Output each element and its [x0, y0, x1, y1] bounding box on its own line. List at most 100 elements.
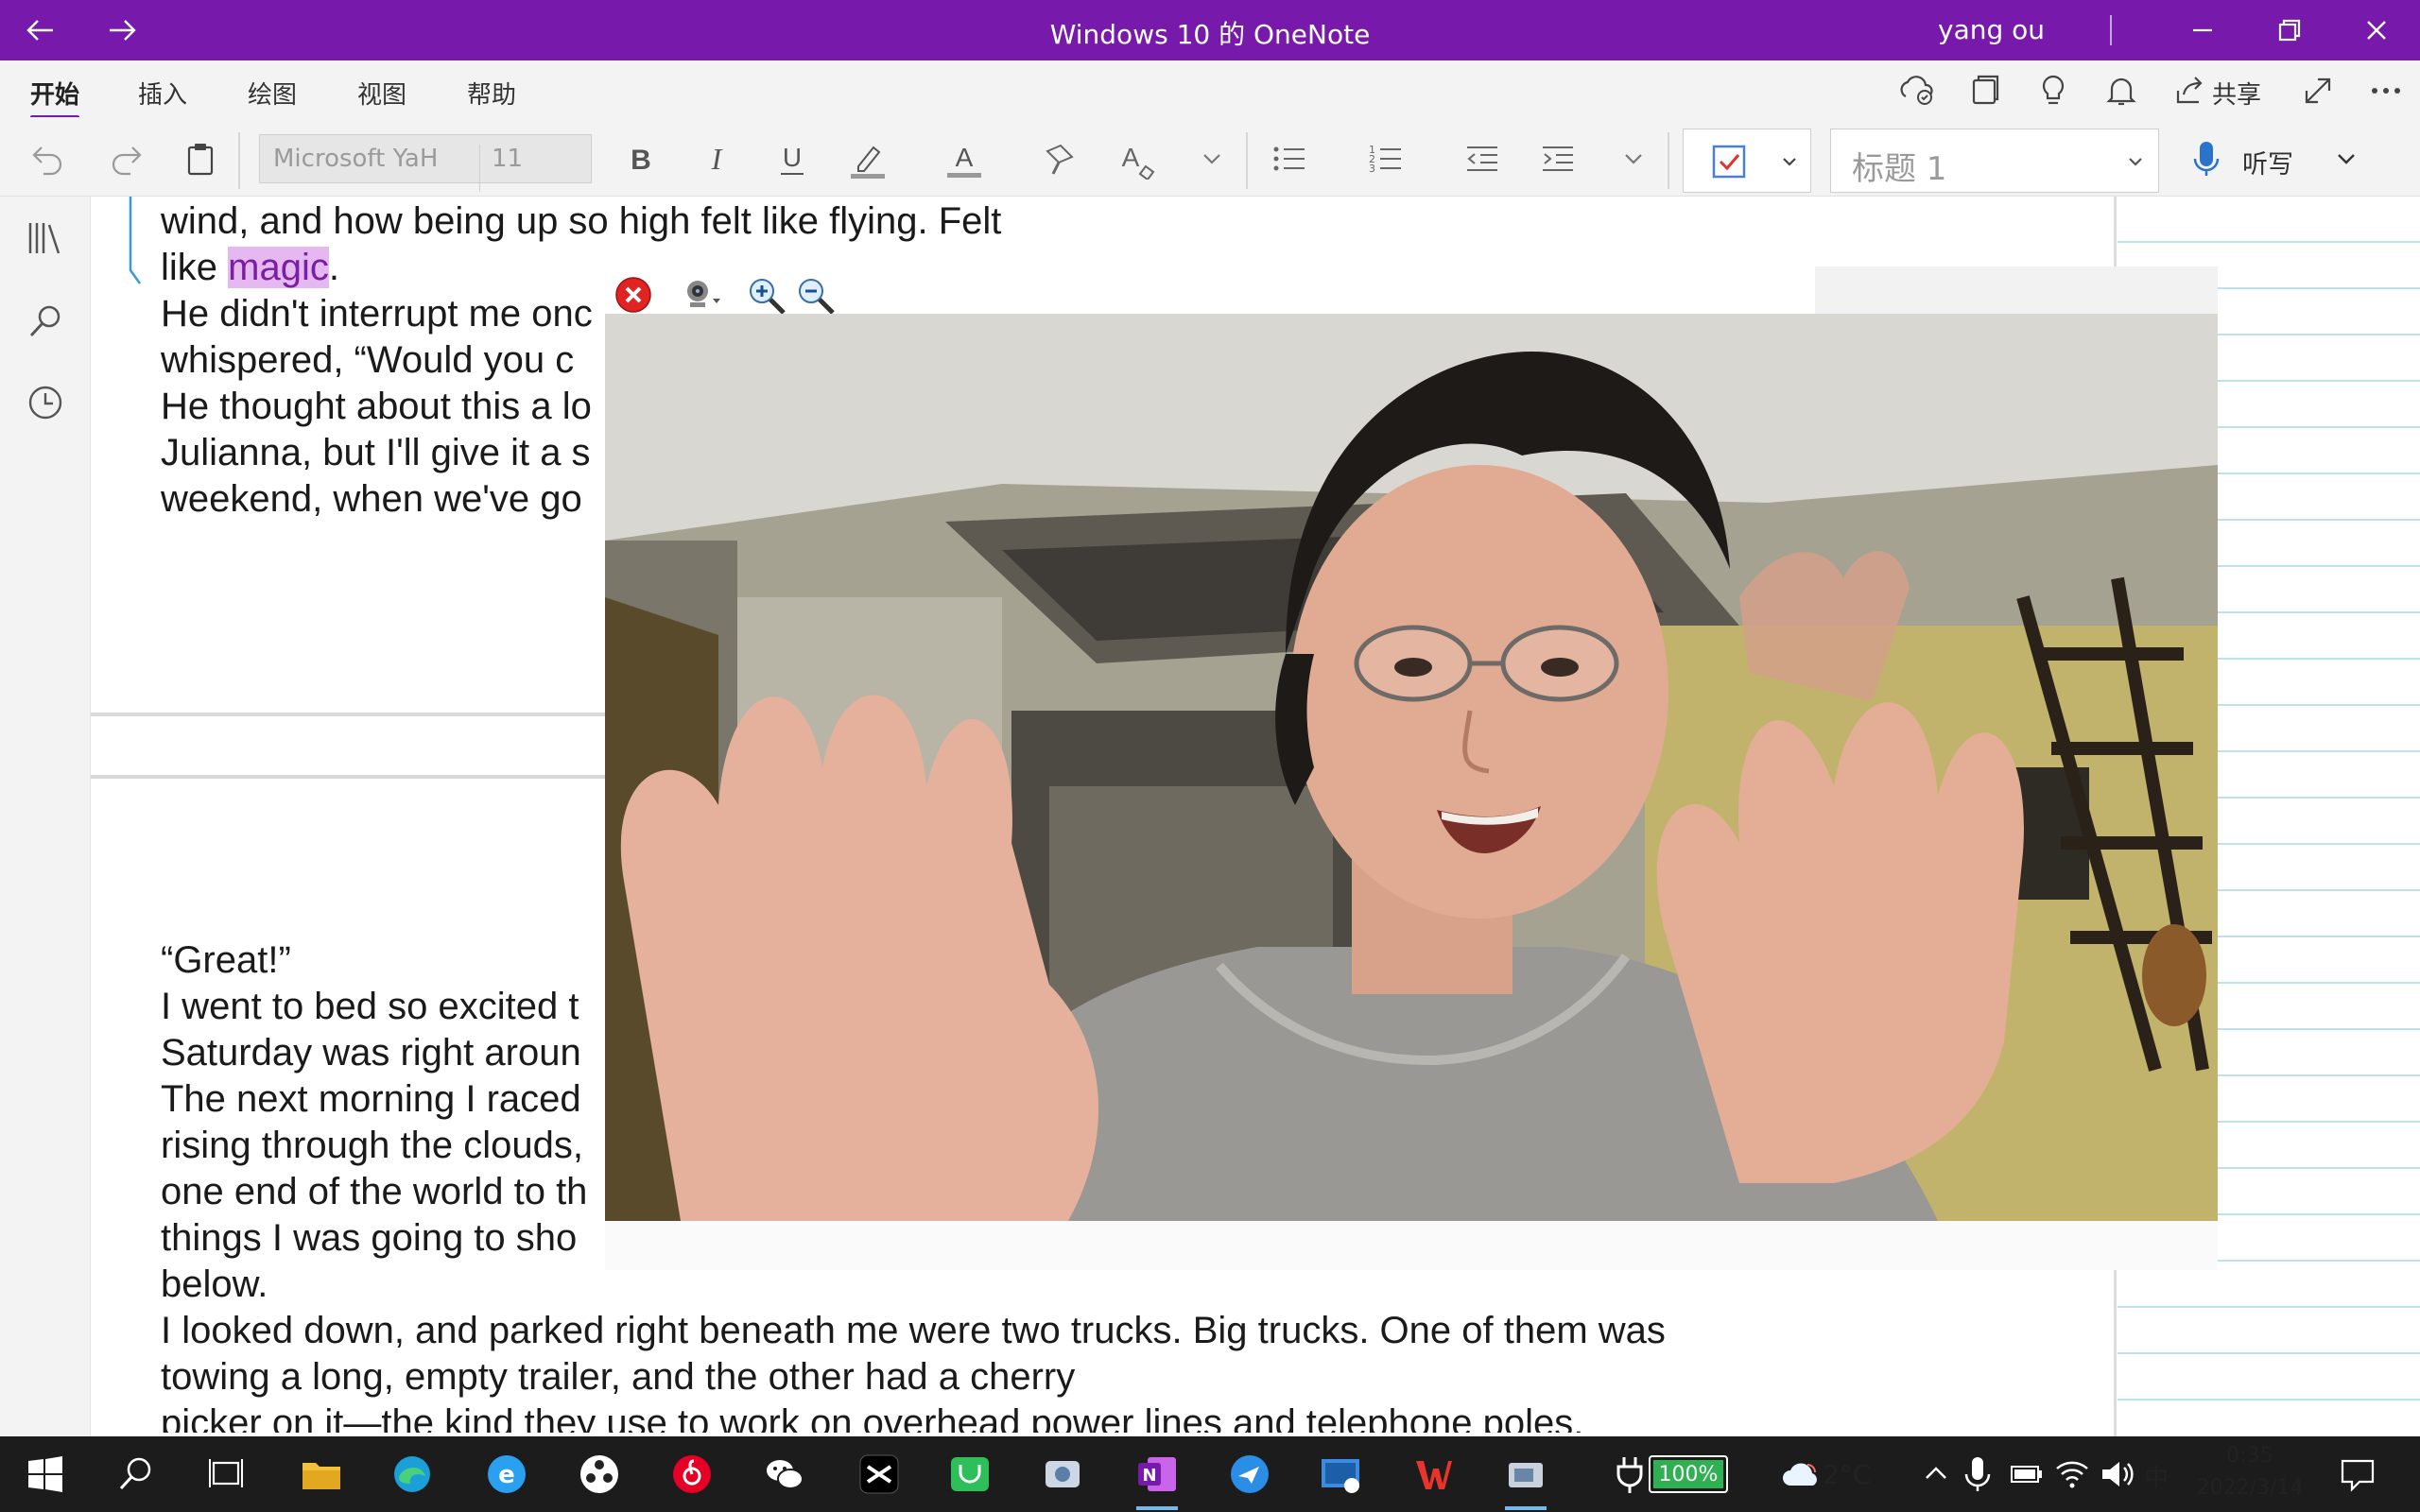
sync-icon[interactable]	[1898, 72, 1936, 110]
green-app-icon[interactable]	[949, 1453, 991, 1495]
netease-music-icon[interactable]	[671, 1453, 713, 1495]
chevron-down-icon[interactable]	[1613, 138, 1654, 180]
restore-icon[interactable]	[2273, 13, 2307, 47]
share-label[interactable]: 共享	[2212, 76, 2261, 111]
recent-clock-icon[interactable]	[25, 382, 66, 423]
clock-date: 2022/3/14	[2196, 1476, 2304, 1500]
tab-view[interactable]: 视图	[357, 76, 406, 111]
temperature[interactable]: 2°C	[1823, 1459, 1871, 1490]
camera-select-icon[interactable]	[681, 276, 726, 314]
wps-office-icon[interactable]	[1412, 1453, 1454, 1495]
lightbulb-icon[interactable]	[2034, 72, 2072, 110]
browser-e-icon[interactable]: e	[486, 1453, 527, 1495]
format-painter-icon[interactable]	[1040, 138, 1081, 180]
taskbar-search-icon[interactable]	[115, 1453, 157, 1495]
font-color-icon[interactable]: A	[943, 138, 985, 180]
note-line[interactable]: rising through the clouds,	[161, 1123, 583, 1169]
note-line[interactable]: wind, and how being up so high felt like…	[161, 198, 1001, 245]
note-line[interactable]: whispered, “Would you c	[161, 337, 574, 384]
note-line[interactable]: I went to bed so excited t	[161, 984, 579, 1030]
minimize-icon[interactable]	[2186, 13, 2220, 47]
onenote-icon[interactable]: N	[1136, 1453, 1178, 1495]
chevron-up-icon[interactable]	[1915, 1453, 1957, 1495]
tool-app-icon[interactable]	[1042, 1453, 1083, 1495]
note-line[interactable]: like magic.	[161, 245, 339, 291]
zoom-in-icon[interactable]	[747, 276, 788, 318]
note-line[interactable]: Julianna, but I'll give it a s	[161, 430, 591, 476]
file-explorer-icon[interactable]	[301, 1453, 342, 1495]
dictate-label[interactable]: 听写	[2242, 144, 2293, 180]
bold-icon[interactable]: B	[620, 138, 662, 180]
note-line[interactable]: below.	[161, 1262, 268, 1308]
paragraph-style-dropdown[interactable]: 标题 1	[1830, 129, 2159, 193]
note-line[interactable]: picker on it—the kind they use to work o…	[161, 1400, 1583, 1433]
weather-cloud-icon[interactable]	[1781, 1453, 1823, 1495]
battery-status-icon[interactable]	[2006, 1453, 2048, 1495]
search-icon[interactable]	[25, 301, 66, 342]
note-line[interactable]: He didn't interrupt me onc	[161, 291, 593, 337]
note-line[interactable]: He thought about this a lo	[161, 384, 592, 430]
chevron-down-icon[interactable]	[1191, 138, 1233, 180]
notebook-pages-icon[interactable]	[1966, 72, 2004, 110]
fullscreen-icon[interactable]	[2299, 72, 2337, 110]
close-webcam-icon[interactable]	[614, 276, 652, 314]
battery-indicator[interactable]: 100%	[1649, 1455, 1728, 1493]
tab-draw[interactable]: 绘图	[248, 76, 297, 111]
note-line[interactable]: towing a long, empty trailer, and the ot…	[161, 1354, 1075, 1400]
bullet-list-icon[interactable]	[1269, 138, 1310, 180]
wifi-icon[interactable]	[2051, 1453, 2093, 1495]
style-name[interactable]: 标题 1	[1852, 143, 1946, 189]
underline-icon[interactable]: U	[771, 138, 813, 180]
redo-icon[interactable]	[104, 138, 146, 180]
tab-home[interactable]: 开始	[30, 76, 80, 120]
highlighted-word[interactable]: magic	[228, 247, 329, 288]
power-plug-icon[interactable]	[1609, 1453, 1651, 1495]
tab-insert[interactable]: 插入	[138, 76, 187, 111]
task-view-icon[interactable]	[206, 1453, 248, 1495]
user-name[interactable]: yang ou	[1938, 14, 2045, 45]
note-line[interactable]: The next morning I raced	[161, 1076, 581, 1123]
notebooks-icon[interactable]	[25, 217, 66, 259]
share-icon[interactable]	[2170, 72, 2208, 110]
font-size[interactable]: 11	[479, 145, 523, 192]
note-line[interactable]: I looked down, and parked right beneath …	[161, 1308, 1666, 1354]
font-selector[interactable]: Microsoft YaH 11	[259, 134, 592, 192]
clipboard-icon[interactable]	[180, 138, 221, 180]
toolbar-separator	[1668, 132, 1669, 189]
note-line[interactable]: “Great!”	[161, 937, 291, 984]
app-flower-icon[interactable]	[579, 1453, 620, 1495]
media-app-icon[interactable]	[1505, 1453, 1547, 1495]
wechat-icon[interactable]	[764, 1453, 805, 1495]
webcam-video-feed[interactable]	[605, 314, 2218, 1221]
feishu-icon[interactable]	[1229, 1453, 1270, 1495]
clear-formatting-icon[interactable]: A	[1115, 138, 1157, 180]
microphone-icon[interactable]	[2186, 138, 2227, 180]
clock[interactable]: 0:35 2022/3/14	[2193, 1440, 2307, 1504]
chevron-down-icon[interactable]	[2325, 138, 2367, 180]
more-options-icon[interactable]	[2367, 72, 2405, 110]
notification-center-icon[interactable]	[2337, 1453, 2378, 1495]
undo-icon[interactable]	[28, 138, 70, 180]
highlighter-icon[interactable]	[847, 138, 889, 180]
numbered-list-icon[interactable]: 123	[1365, 138, 1407, 180]
taskbar-microphone-icon[interactable]	[1957, 1453, 1998, 1495]
decrease-indent-icon[interactable]	[1461, 138, 1503, 180]
italic-icon[interactable]: I	[696, 138, 737, 180]
note-line[interactable]: weekend, when we've go	[161, 476, 582, 523]
note-line[interactable]: one end of the world to th	[161, 1169, 587, 1215]
close-icon[interactable]	[2360, 13, 2394, 47]
volume-icon[interactable]	[2097, 1453, 2138, 1495]
todo-tag-dropdown[interactable]	[1683, 129, 1811, 193]
note-line[interactable]: Saturday was right aroun	[161, 1030, 581, 1076]
font-name[interactable]: Microsoft YaH	[273, 145, 438, 173]
bell-icon[interactable]	[2102, 72, 2140, 110]
increase-indent-icon[interactable]	[1537, 138, 1579, 180]
note-line[interactable]: things I was going to sho	[161, 1215, 577, 1262]
input-method[interactable]: 中	[2144, 1459, 2169, 1494]
screen-recorder-icon[interactable]	[1320, 1453, 1361, 1495]
edge-browser-icon[interactable]	[391, 1453, 433, 1495]
start-windows-icon[interactable]	[25, 1453, 66, 1495]
tab-help[interactable]: 帮助	[467, 76, 516, 111]
zoom-out-icon[interactable]	[796, 276, 838, 318]
capcut-icon[interactable]	[858, 1453, 900, 1495]
